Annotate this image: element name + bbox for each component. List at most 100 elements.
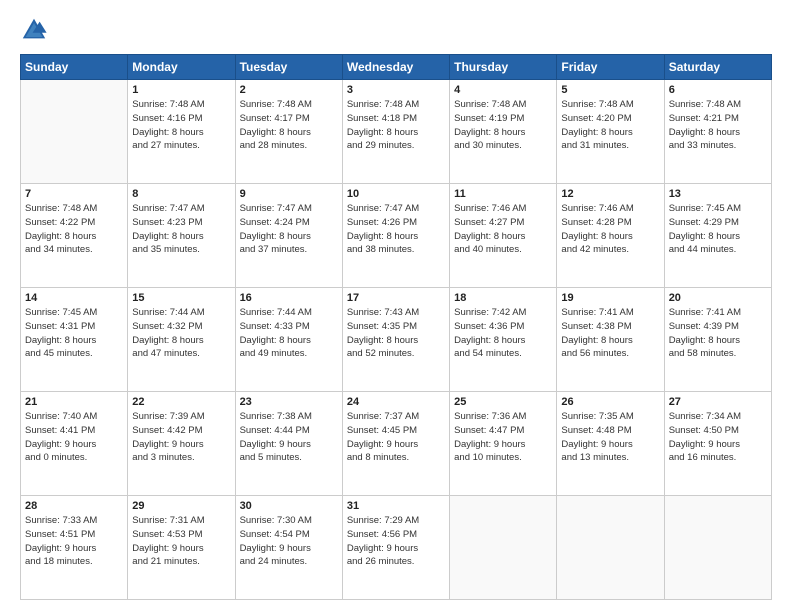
day-number: 13 <box>669 188 767 200</box>
daylight-text-line2: and 38 minutes. <box>347 243 445 257</box>
daylight-text-line2: and 47 minutes. <box>132 347 230 361</box>
sunset-text: Sunset: 4:38 PM <box>561 320 659 334</box>
calendar-week-row: 28Sunrise: 7:33 AMSunset: 4:51 PMDayligh… <box>21 496 772 600</box>
daylight-text-line2: and 31 minutes. <box>561 139 659 153</box>
day-number: 4 <box>454 84 552 96</box>
sunrise-text: Sunrise: 7:41 AM <box>669 306 767 320</box>
daylight-text-line1: Daylight: 8 hours <box>454 230 552 244</box>
sunset-text: Sunset: 4:26 PM <box>347 216 445 230</box>
calendar-cell: 7Sunrise: 7:48 AMSunset: 4:22 PMDaylight… <box>21 184 128 288</box>
calendar-cell: 19Sunrise: 7:41 AMSunset: 4:38 PMDayligh… <box>557 288 664 392</box>
daylight-text-line1: Daylight: 8 hours <box>347 126 445 140</box>
calendar-cell: 3 Sunrise: 7:48 AMSunset: 4:18 PMDaylight… <box>342 80 449 184</box>
sunset-text: Sunset: 4:22 PM <box>25 216 123 230</box>
daylight-text-line2: and 10 minutes. <box>454 451 552 465</box>
sunset-text: Sunset: 4:21 PM <box>669 112 767 126</box>
day-number: 9 <box>240 188 338 200</box>
daylight-text-line1: Daylight: 9 hours <box>25 438 123 452</box>
daylight-text-line1: Daylight: 8 hours <box>240 334 338 348</box>
calendar-header-row: SundayMondayTuesdayWednesdayThursdayFrid… <box>21 55 772 80</box>
day-number: 25 <box>454 396 552 408</box>
sunrise-text: Sunrise: 7:48 AM <box>347 98 445 112</box>
daylight-text-line2: and 40 minutes. <box>454 243 552 257</box>
daylight-text-line2: and 35 minutes. <box>132 243 230 257</box>
logo <box>20 16 52 44</box>
daylight-text-line2: and 3 minutes. <box>132 451 230 465</box>
daylight-text-line1: Daylight: 8 hours <box>132 126 230 140</box>
sunset-text: Sunset: 4:28 PM <box>561 216 659 230</box>
day-number: 26 <box>561 396 659 408</box>
day-number: 21 <box>25 396 123 408</box>
day-number: 28 <box>25 500 123 512</box>
sunrise-text: Sunrise: 7:31 AM <box>132 514 230 528</box>
calendar-cell: 8Sunrise: 7:47 AMSunset: 4:23 PMDaylight… <box>128 184 235 288</box>
sunrise-text: Sunrise: 7:39 AM <box>132 410 230 424</box>
day-number: 16 <box>240 292 338 304</box>
day-number: 23 <box>240 396 338 408</box>
day-number: 6 <box>669 84 767 96</box>
daylight-text-line1: Daylight: 8 hours <box>454 334 552 348</box>
daylight-text-line1: Daylight: 9 hours <box>132 438 230 452</box>
day-number: 29 <box>132 500 230 512</box>
calendar-cell: 10Sunrise: 7:47 AMSunset: 4:26 PMDayligh… <box>342 184 449 288</box>
day-number: 27 <box>669 396 767 408</box>
sunrise-text: Sunrise: 7:44 AM <box>240 306 338 320</box>
sunset-text: Sunset: 4:48 PM <box>561 424 659 438</box>
sunrise-text: Sunrise: 7:33 AM <box>25 514 123 528</box>
daylight-text-line2: and 8 minutes. <box>347 451 445 465</box>
calendar-cell: 17Sunrise: 7:43 AMSunset: 4:35 PMDayligh… <box>342 288 449 392</box>
sunset-text: Sunset: 4:27 PM <box>454 216 552 230</box>
day-number: 3 <box>347 84 445 96</box>
day-number: 11 <box>454 188 552 200</box>
sunset-text: Sunset: 4:56 PM <box>347 528 445 542</box>
daylight-text-line2: and 26 minutes. <box>347 555 445 569</box>
sunrise-text: Sunrise: 7:47 AM <box>240 202 338 216</box>
daylight-text-line2: and 13 minutes. <box>561 451 659 465</box>
day-number: 1 <box>132 84 230 96</box>
daylight-text-line1: Daylight: 8 hours <box>132 334 230 348</box>
calendar-day-header: Tuesday <box>235 55 342 80</box>
daylight-text-line1: Daylight: 8 hours <box>240 126 338 140</box>
sunset-text: Sunset: 4:47 PM <box>454 424 552 438</box>
daylight-text-line2: and 56 minutes. <box>561 347 659 361</box>
page: SundayMondayTuesdayWednesdayThursdayFrid… <box>0 0 792 612</box>
logo-icon <box>20 16 48 44</box>
sunrise-text: Sunrise: 7:34 AM <box>669 410 767 424</box>
daylight-text-line1: Daylight: 8 hours <box>25 230 123 244</box>
daylight-text-line2: and 28 minutes. <box>240 139 338 153</box>
calendar-day-header: Thursday <box>450 55 557 80</box>
calendar-day-header: Wednesday <box>342 55 449 80</box>
sunset-text: Sunset: 4:45 PM <box>347 424 445 438</box>
sunrise-text: Sunrise: 7:30 AM <box>240 514 338 528</box>
sunrise-text: Sunrise: 7:44 AM <box>132 306 230 320</box>
daylight-text-line1: Daylight: 9 hours <box>132 542 230 556</box>
day-number: 31 <box>347 500 445 512</box>
calendar-day-header: Saturday <box>664 55 771 80</box>
calendar-cell: 18Sunrise: 7:42 AMSunset: 4:36 PMDayligh… <box>450 288 557 392</box>
day-number: 15 <box>132 292 230 304</box>
calendar-week-row: 7Sunrise: 7:48 AMSunset: 4:22 PMDaylight… <box>21 184 772 288</box>
sunrise-text: Sunrise: 7:42 AM <box>454 306 552 320</box>
sunset-text: Sunset: 4:53 PM <box>132 528 230 542</box>
sunrise-text: Sunrise: 7:43 AM <box>347 306 445 320</box>
daylight-text-line2: and 33 minutes. <box>669 139 767 153</box>
daylight-text-line1: Daylight: 9 hours <box>240 438 338 452</box>
daylight-text-line2: and 27 minutes. <box>132 139 230 153</box>
sunset-text: Sunset: 4:41 PM <box>25 424 123 438</box>
daylight-text-line1: Daylight: 8 hours <box>240 230 338 244</box>
calendar-cell: 6Sunrise: 7:48 AMSunset: 4:21 PMDaylight… <box>664 80 771 184</box>
daylight-text-line1: Daylight: 8 hours <box>561 230 659 244</box>
calendar-cell: 20Sunrise: 7:41 AMSunset: 4:39 PMDayligh… <box>664 288 771 392</box>
daylight-text-line1: Daylight: 8 hours <box>132 230 230 244</box>
sunset-text: Sunset: 4:18 PM <box>347 112 445 126</box>
calendar-cell: 5Sunrise: 7:48 AMSunset: 4:20 PMDaylight… <box>557 80 664 184</box>
day-number: 2 <box>240 84 338 96</box>
sunrise-text: Sunrise: 7:36 AM <box>454 410 552 424</box>
calendar-cell: 14Sunrise: 7:45 AMSunset: 4:31 PMDayligh… <box>21 288 128 392</box>
calendar-cell: 15Sunrise: 7:44 AMSunset: 4:32 PMDayligh… <box>128 288 235 392</box>
daylight-text-line1: Daylight: 8 hours <box>347 334 445 348</box>
sunset-text: Sunset: 4:36 PM <box>454 320 552 334</box>
calendar-cell: 12Sunrise: 7:46 AMSunset: 4:28 PMDayligh… <box>557 184 664 288</box>
sunrise-text: Sunrise: 7:47 AM <box>132 202 230 216</box>
daylight-text-line2: and 37 minutes. <box>240 243 338 257</box>
